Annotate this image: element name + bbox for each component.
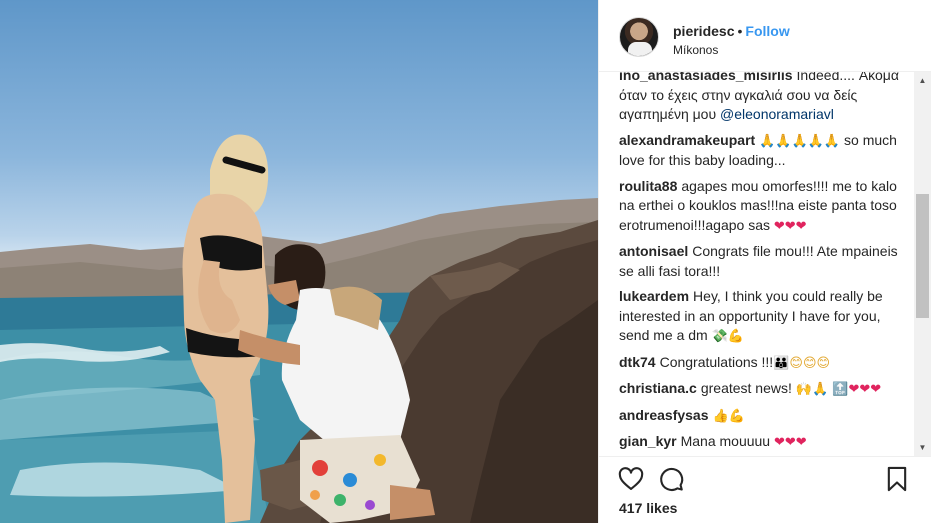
comments-scrollbar[interactable]: ▲ ▼ [914, 72, 931, 456]
arrow-up-icon[interactable]: ▲ [914, 72, 931, 89]
post-side-panel: pieridesc • Follow Míkonos ino_anastasiade… [598, 0, 931, 523]
comment-item: christiana.c greatest news! 🙌🙏 🔝❤❤❤ [619, 379, 911, 400]
comment-emoji: 👪😊😊😊 [773, 355, 831, 371]
comment-username[interactable]: roulita88 [619, 178, 677, 194]
comments-list[interactable]: ino_anastasiades_misirlis Indeed.... Ακόμ… [599, 72, 931, 456]
location-link[interactable]: Míkonos [673, 43, 718, 57]
comment-username[interactable]: christiana.c [619, 380, 697, 396]
username-link[interactable]: pieridesc [673, 23, 734, 39]
comment-username[interactable]: dtk74 [619, 354, 656, 370]
header-user-line: pieridesc • Follow [673, 23, 790, 39]
comment-item: ino_anastasiades_misirlis Indeed.... Ακόμ… [619, 72, 911, 125]
comment-text: greatest news! [700, 380, 796, 396]
follow-button[interactable]: Follow [745, 23, 789, 39]
scrollbar-thumb[interactable] [916, 194, 929, 318]
heart-icon[interactable] [617, 465, 645, 493]
comment-item: alexandramakeupart 🙏🙏🙏🙏🙏 so much love for… [619, 131, 911, 171]
comment-emoji: 🙌🙏 🔝❤❤❤ [795, 382, 882, 397]
arrow-down-icon[interactable]: ▼ [914, 439, 931, 456]
bookmark-icon[interactable] [883, 465, 911, 493]
comment-emoji: 👍💪 [712, 408, 745, 424]
comment-item: roulita88 agapes mou omorfes!!!! me to ka… [619, 177, 911, 237]
comment-text: Mana mouuuu [680, 433, 774, 449]
beach-couple-photo [0, 134, 598, 523]
comment-username[interactable]: alexandramakeupart [619, 132, 755, 148]
comment-username[interactable]: gian_kyr [619, 433, 677, 449]
avatar[interactable] [619, 17, 659, 57]
comment-item: andreasfysas 👍💪 [619, 406, 911, 427]
post-photo[interactable] [0, 0, 598, 523]
post-actions: 417 likes [599, 456, 931, 523]
comment-username[interactable]: lukeardem [619, 288, 689, 304]
comment-item: antonisael Congrats file mou!!! Ate mpain… [619, 242, 911, 281]
comment-item: gian_kyr Mana mouuuu ❤❤❤ [619, 432, 911, 453]
likes-count[interactable]: 417 likes [619, 500, 677, 516]
separator-dot: • [737, 23, 743, 39]
comment-emoji: ❤❤❤ [774, 435, 807, 450]
comment-username[interactable]: antonisael [619, 243, 688, 259]
comment-text: Congratulations !!! [659, 353, 774, 370]
comment-emoji: 💸💪 [711, 329, 744, 344]
comment-username[interactable]: ino_anastasiades_misirlis [619, 72, 793, 83]
comment-item: lukeardem Hey, I think you could really b… [619, 287, 911, 347]
comment-emoji: ❤❤❤ [773, 218, 807, 234]
comment-emoji: 🙏🙏🙏🙏🙏 [759, 133, 841, 149]
comment-icon[interactable] [657, 465, 685, 493]
comment-mention[interactable]: @eleonoramariavl [720, 106, 834, 122]
post-header: pieridesc • Follow Míkonos [599, 0, 931, 72]
comment-item: dtk74 Congratulations !!!👪😊😊😊 [619, 353, 911, 374]
comment-username[interactable]: andreasfysas [619, 407, 709, 423]
